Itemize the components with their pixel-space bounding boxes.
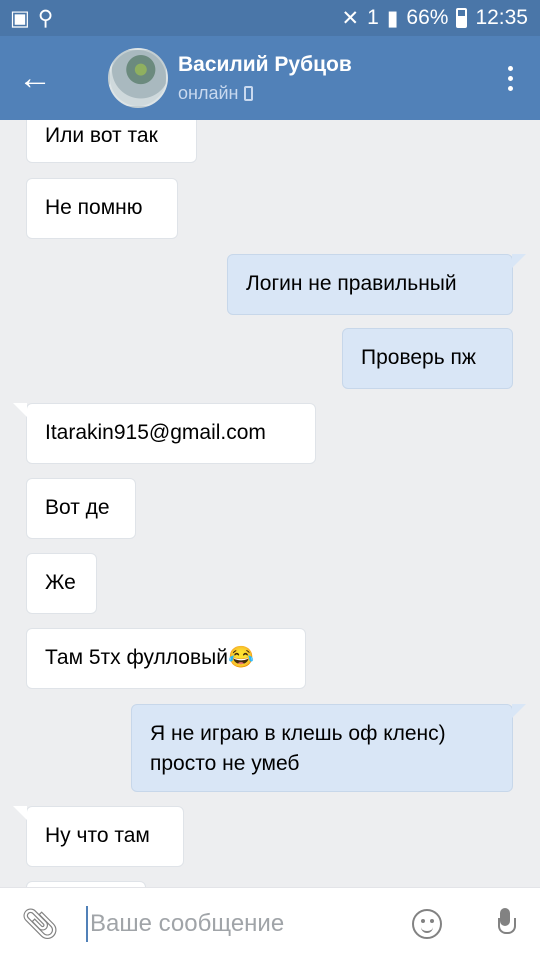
- status-text: онлайн: [178, 82, 239, 103]
- contact-status: онлайн: [178, 83, 352, 104]
- status-bar: ▣ ⚲ ✕ 1 ▮ 66% 12:35: [0, 0, 540, 36]
- message-incoming[interactable]: Там 5тх фулловый😂: [26, 628, 306, 689]
- message-list[interactable]: Или вот так Не помню Логин не правильный…: [0, 120, 540, 887]
- message-outgoing[interactable]: Проверь пж: [342, 328, 513, 389]
- message-incoming[interactable]: Itarakin915@gmail.com: [13, 403, 316, 464]
- composer: 📎︎: [0, 887, 540, 960]
- battery-percent: 66%: [406, 6, 449, 29]
- message-incoming[interactable]: Вот де: [26, 478, 136, 539]
- signal-icon: ▮: [386, 6, 399, 30]
- battery-icon: [456, 8, 468, 28]
- back-button[interactable]: ←: [0, 36, 70, 120]
- mobile-icon: [244, 85, 254, 101]
- message-outgoing[interactable]: Я не играю в клешь оф кленс) просто не у…: [131, 704, 526, 792]
- message-incoming[interactable]: Же: [26, 553, 97, 614]
- contact-info[interactable]: Василий Рубцов онлайн: [178, 53, 352, 104]
- more-vertical-icon: [507, 65, 513, 71]
- mute-icon: ✕: [341, 6, 360, 30]
- arrow-left-icon: ←: [18, 58, 52, 97]
- search-icon: ⚲: [37, 6, 54, 30]
- chat-header: ← Василий Рубцов онлайн: [0, 36, 540, 120]
- image-icon: ▣: [10, 6, 30, 30]
- sim-indicator: 1: [367, 6, 379, 29]
- text-cursor: [86, 906, 88, 942]
- message-input[interactable]: [90, 910, 390, 938]
- avatar[interactable]: [108, 48, 168, 108]
- emoji-icon[interactable]: [412, 909, 442, 939]
- clock: 12:35: [475, 6, 528, 29]
- attach-button[interactable]: 📎︎: [0, 888, 80, 960]
- contact-name: Василий Рубцов: [178, 52, 352, 76]
- message-outgoing[interactable]: Логин не правильный: [227, 254, 526, 315]
- message-incoming[interactable]: Ну что там: [13, 806, 184, 867]
- message-incoming[interactable]: Не помню: [26, 178, 178, 239]
- message-incoming[interactable]: Или вот так: [26, 120, 197, 163]
- more-menu-button[interactable]: [480, 36, 540, 120]
- paperclip-icon: 📎︎: [20, 907, 60, 941]
- microphone-icon[interactable]: [498, 908, 516, 940]
